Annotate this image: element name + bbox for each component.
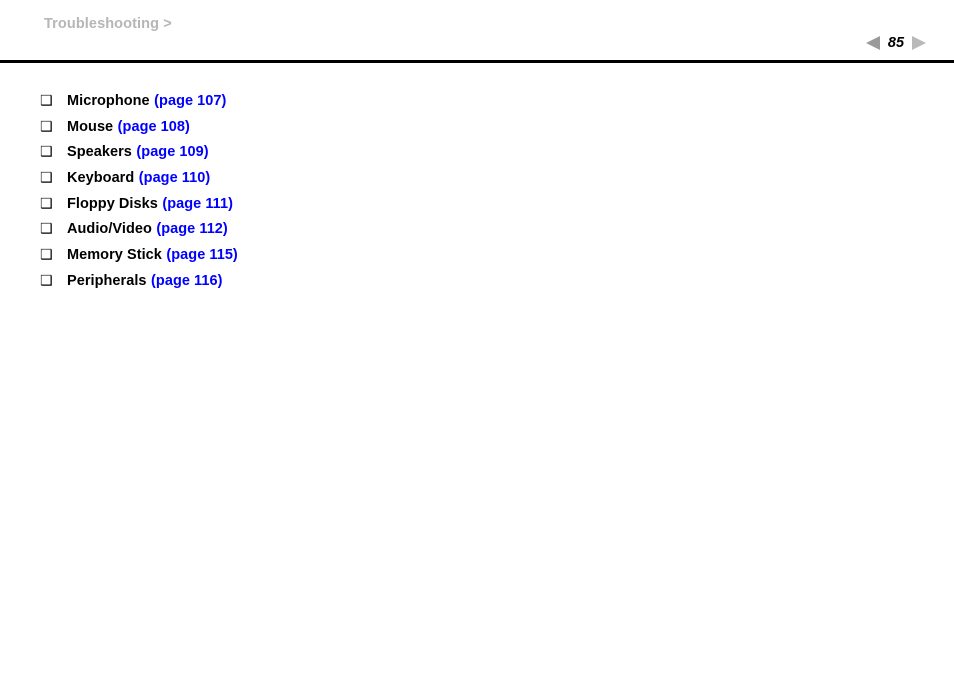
list-item[interactable]: ❑ Mouse (page 108)	[40, 119, 238, 145]
header-divider	[0, 60, 954, 63]
list-item-label: Mouse	[67, 118, 114, 135]
list-item-page-link[interactable]: (page 109)	[136, 144, 208, 160]
list-item-page-link[interactable]: (page 110)	[139, 170, 210, 186]
troubleshooting-link-list: ❑ Microphone (page 107) ❑ Mouse (page 10…	[40, 93, 238, 299]
list-item[interactable]: ❑ Floppy Disks (page 111)	[40, 196, 238, 222]
square-bullet-icon: ❑	[40, 272, 53, 289]
square-bullet-icon: ❑	[40, 118, 53, 135]
square-bullet-icon: ❑	[40, 247, 53, 264]
square-bullet-icon: ❑	[40, 93, 53, 109]
page-header: Troubleshooting > 85	[0, 0, 954, 61]
page-navigation: 85	[866, 33, 926, 53]
breadcrumb: Troubleshooting >	[44, 16, 172, 32]
list-item-label: Audio/Video	[67, 221, 152, 238]
square-bullet-icon: ❑	[40, 144, 53, 161]
list-item-label: Speakers	[67, 144, 132, 161]
list-item-label: Keyboard	[67, 170, 135, 187]
square-bullet-icon: ❑	[40, 221, 53, 238]
list-item-label: Peripherals	[67, 272, 147, 289]
list-item-page-link[interactable]: (page 116)	[151, 273, 222, 289]
breadcrumb-label[interactable]: Troubleshooting	[44, 16, 159, 32]
list-item[interactable]: ❑ Memory Stick (page 115)	[40, 247, 238, 273]
list-item-page-link[interactable]: (page 111)	[162, 196, 233, 212]
list-item-page-link[interactable]: (page 115)	[166, 247, 237, 263]
breadcrumb-separator: >	[163, 16, 172, 32]
page-number: 85	[887, 34, 905, 51]
list-item-label: Memory Stick	[67, 247, 162, 264]
list-item-page-link[interactable]: (page 112)	[156, 221, 227, 237]
list-item-label: Microphone	[67, 93, 150, 109]
square-bullet-icon: ❑	[40, 170, 53, 187]
list-item[interactable]: ❑ Audio/Video (page 112)	[40, 221, 238, 247]
list-item[interactable]: ❑ Peripherals (page 116)	[40, 273, 238, 299]
list-item-page-link[interactable]: (page 107)	[154, 93, 226, 109]
square-bullet-icon: ❑	[40, 195, 53, 212]
list-item-label: Floppy Disks	[67, 195, 158, 212]
triangle-left-icon[interactable]	[866, 36, 880, 50]
list-item[interactable]: ❑ Speakers (page 109)	[40, 144, 238, 170]
list-item[interactable]: ❑ Microphone (page 107)	[40, 93, 238, 119]
triangle-right-icon[interactable]	[912, 36, 926, 50]
list-item[interactable]: ❑ Keyboard (page 110)	[40, 170, 238, 196]
list-item-page-link[interactable]: (page 108)	[118, 119, 190, 135]
